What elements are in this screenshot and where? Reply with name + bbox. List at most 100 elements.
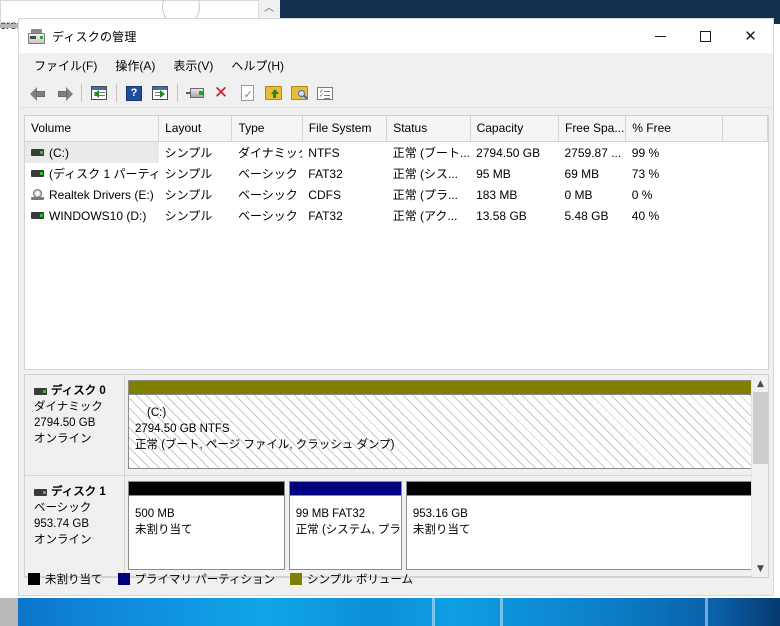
show-hide-console-tree-button[interactable]	[86, 81, 112, 105]
volume-label: WINDOWS10 (D:)	[49, 208, 147, 223]
disk-type: ベーシック	[34, 502, 92, 514]
background-scroll-up-icon[interactable]: ︿	[260, 2, 278, 16]
scroll-down-icon[interactable]: ▼	[752, 560, 768, 577]
partition-unallocated-2[interactable]: 953.16 GB 未割り当て	[405, 481, 758, 570]
toolbar-separator-3	[177, 84, 178, 102]
partition-c[interactable]: (C:) 2794.50 GB NTFS 正常 (ブート, ページ ファイル, クラ…	[128, 380, 758, 469]
table-row[interactable]: Realtek Drivers (E:) シンプル ベーシック CDFS 正常 (プラ.…	[25, 184, 768, 205]
table-row[interactable]: (C:) シンプル ダイナミック NTFS 正常 (ブート... 2794.50 GB 27…	[25, 141, 768, 164]
maximize-button[interactable]	[683, 19, 728, 53]
partition-capacity-bar	[405, 481, 758, 495]
legend-label: シンプル ボリューム	[307, 574, 414, 586]
table-row[interactable]: (ディスク 1 パーティシ... シンプル ベーシック FAT32 正常 (シス... 9…	[25, 163, 768, 184]
menu-bar: ファイル(F) 操作(A) 表示(V) ヘルプ(H)	[19, 53, 773, 79]
volume-list-panel: Volume Layout Type File System Status Capacit…	[24, 115, 769, 370]
export-list-button[interactable]	[260, 81, 286, 105]
volume-label: (ディスク 1 パーティシ...	[49, 167, 159, 181]
column-header-type[interactable]: Type	[231, 116, 303, 142]
menu-file[interactable]: ファイル(F)	[25, 54, 106, 78]
taskbar-streak-2	[500, 598, 503, 626]
disk-name: ディスク 1	[51, 486, 106, 498]
hard-disk-icon	[34, 488, 47, 496]
cell-volume: Realtek Drivers (E:)	[25, 184, 159, 205]
taskbar[interactable]	[0, 598, 780, 626]
forward-button[interactable]	[51, 81, 77, 105]
partition-capacity-bar	[288, 481, 402, 495]
partition-capacity-bar	[128, 481, 285, 495]
cell-capacity: 95 MB	[476, 166, 511, 181]
partition-body: 99 MB FAT32 正常 (システム, プラ	[288, 495, 402, 570]
menu-view[interactable]: 表示(V)	[164, 54, 222, 78]
legend-swatch	[117, 573, 130, 585]
cell-file-system: CDFS	[308, 187, 341, 202]
partition-unallocated-1[interactable]: 500 MB 未割り当て	[128, 481, 285, 570]
find-button[interactable]	[286, 81, 312, 105]
disk-name: ディスク 0	[51, 385, 106, 397]
taskbar-left-cap	[0, 598, 18, 626]
toolbar: ? ✕ ✓ ✓ ✓	[19, 79, 773, 108]
cell-type: ベーシック	[237, 209, 298, 223]
cell-blank	[722, 205, 767, 226]
disk-info-1[interactable]: ディスク 1 ベーシック 953.74 GB オンライン	[25, 476, 125, 576]
partition-line-1: 正常 (システム, プラ	[295, 524, 401, 536]
menu-help[interactable]: ヘルプ(H)	[222, 54, 293, 78]
menu-action[interactable]: 操作(A)	[106, 54, 164, 78]
cell-status: 正常 (プラ...	[392, 188, 459, 202]
show-action-pane-button[interactable]	[147, 81, 173, 105]
disk-graphical-panel: ディスク 0 ダイナミック 2794.50 GB オンライン (C:) 2794.50 G…	[24, 374, 769, 578]
delete-button[interactable]: ✕	[208, 81, 234, 105]
cell-type: ダイナミック	[237, 146, 302, 160]
cell-status: 正常 (シス...	[392, 167, 459, 181]
column-header-free[interactable]: % Free	[625, 116, 723, 142]
cell-volume: WINDOWS10 (D:)	[25, 205, 159, 226]
column-header-free-spa[interactable]: Free Spa...	[558, 116, 627, 142]
close-button[interactable]: ✕	[728, 19, 773, 53]
scroll-up-icon[interactable]: ▲	[752, 375, 768, 392]
partition-line-2: 正常 (ブート, ページ ファイル, クラッシュ ダンプ)	[135, 439, 395, 451]
disk-capacity: 2794.50 GB	[34, 417, 96, 429]
properties-button[interactable]: ✓	[234, 81, 260, 105]
column-header-status[interactable]: Status	[386, 116, 471, 142]
help-button[interactable]: ?	[121, 81, 147, 105]
cell-blank	[722, 142, 767, 164]
disk-row-0[interactable]: ディスク 0 ダイナミック 2794.50 GB オンライン (C:) 2794.50 G…	[25, 375, 768, 476]
cell-volume: (ディスク 1 パーティシ...	[25, 163, 159, 184]
scrollbar-thumb[interactable]	[753, 392, 768, 464]
partition-body: 953.16 GB 未割り当て	[405, 495, 758, 570]
disk-partitions-0: (C:) 2794.50 GB NTFS 正常 (ブート, ページ ファイル, クラ…	[125, 375, 768, 475]
partition-line-1: 未割り当て	[412, 524, 471, 536]
disk-panel-scrollbar[interactable]: ▲ ▼	[751, 375, 768, 577]
rescan-disks-button[interactable]	[182, 81, 208, 105]
disk-title: ディスク 0	[34, 383, 124, 399]
partition-line-0: (C:)	[147, 407, 167, 419]
disk-row-1[interactable]: ディスク 1 ベーシック 953.74 GB オンライン 500 MB 未割り当て 99 M…	[25, 476, 768, 577]
column-header-capacity[interactable]: Capacity	[470, 116, 559, 142]
column-header-file-system[interactable]: File System	[302, 116, 388, 142]
back-button[interactable]	[25, 81, 51, 105]
partition-body: (C:) 2794.50 GB NTFS 正常 (ブート, ページ ファイル, クラ…	[128, 394, 758, 469]
disk-capacity: 953.74 GB	[34, 518, 89, 530]
legend-swatch	[28, 573, 40, 585]
column-header-layout[interactable]: Layout	[158, 116, 233, 142]
column-header-blank[interactable]	[722, 116, 768, 142]
column-header-volume[interactable]: Volume	[25, 116, 160, 142]
partition-system-fat32[interactable]: 99 MB FAT32 正常 (システム, プラ	[288, 481, 402, 570]
legend-label: 未割り当て	[45, 574, 103, 586]
legend-label: プライマリ パーティション	[134, 574, 276, 586]
minimize-button[interactable]	[638, 19, 683, 53]
disk-status: オンライン	[34, 534, 92, 546]
cell-percent-free: 73 %	[631, 166, 660, 181]
cell-type: ベーシック	[237, 167, 298, 181]
partition-line-0: 500 MB	[135, 508, 175, 520]
table-row[interactable]: WINDOWS10 (D:) シンプル ベーシック FAT32 正常 (アク... 13.…	[25, 205, 768, 226]
disk-info-0[interactable]: ディスク 0 ダイナミック 2794.50 GB オンライン	[25, 375, 125, 475]
partition-line-1: 未割り当て	[135, 524, 193, 536]
folder-search-icon	[290, 86, 308, 100]
folder-up-icon	[264, 86, 282, 100]
options-button[interactable]: ✓ ✓	[312, 81, 338, 105]
disk-management-window: ディスクの管理 ✕ ファイル(F) 操作(A) 表示(V) ヘルプ(H) ? ✕…	[18, 18, 774, 596]
checklist-icon: ✓ ✓	[317, 86, 333, 100]
title-bar[interactable]: ディスクの管理 ✕	[19, 19, 773, 53]
disk-title: ディスク 1	[34, 484, 124, 500]
cell-status: 正常 (アク...	[392, 209, 458, 223]
